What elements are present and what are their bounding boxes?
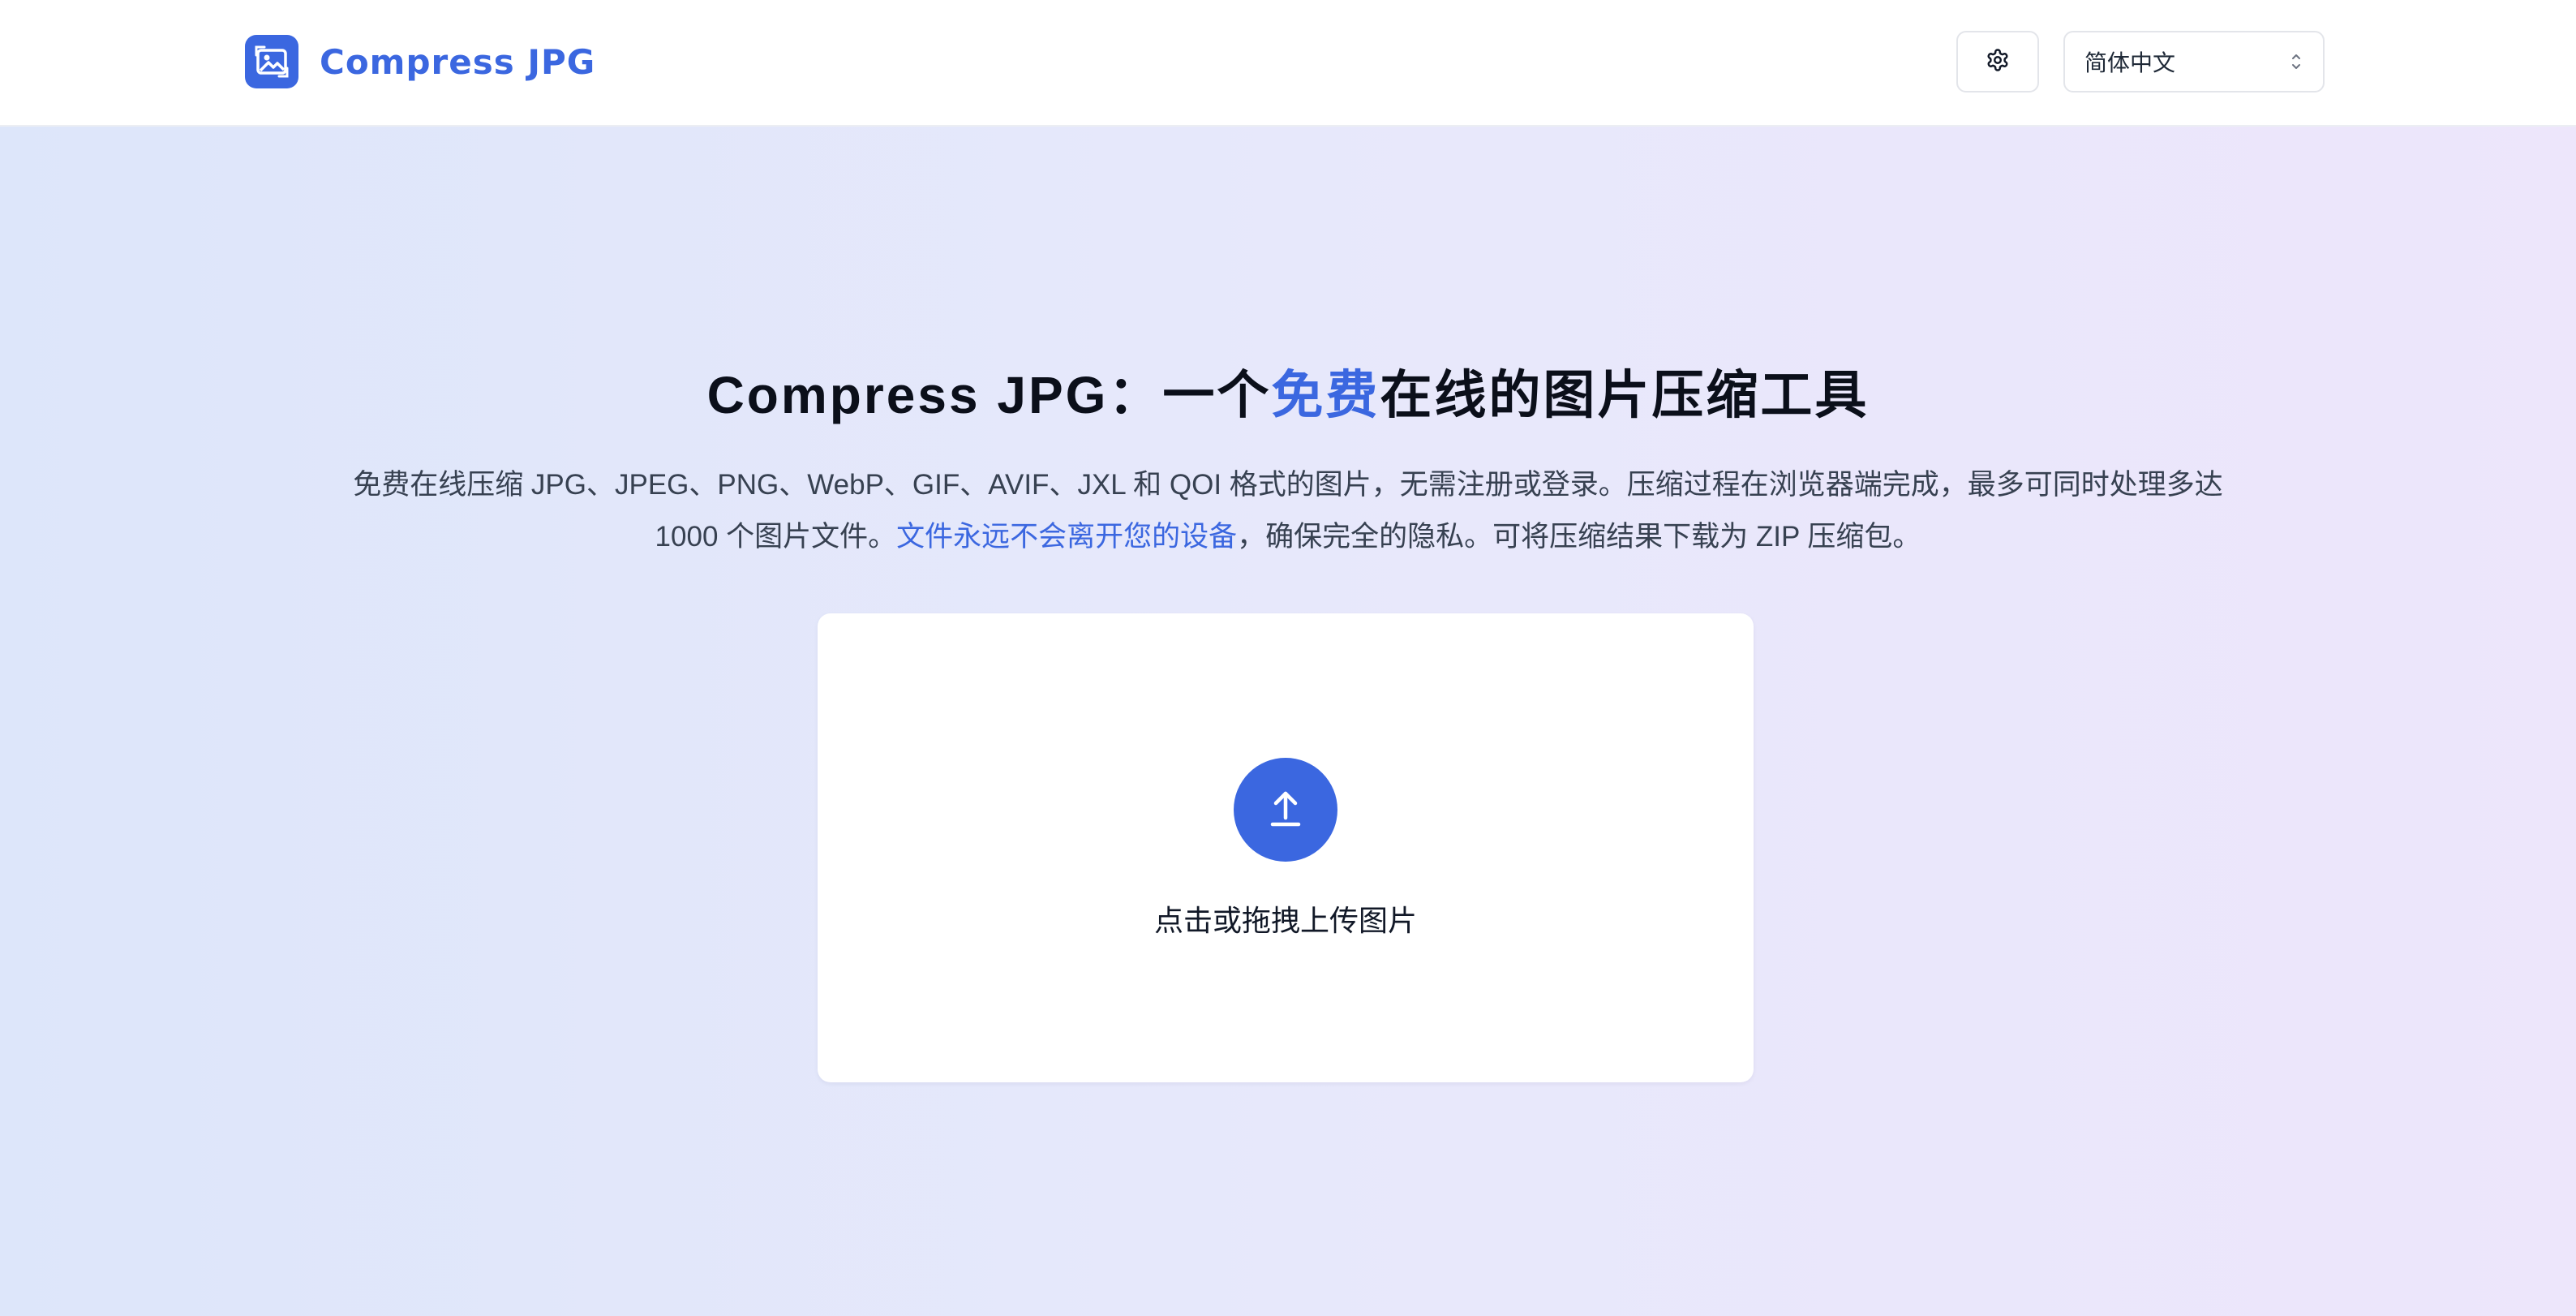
title-prefix: Compress JPG：一个 — [706, 366, 1272, 424]
upload-arrow-icon — [1266, 787, 1305, 833]
upload-dropzone[interactable]: 点击或拖拽上传图片 — [818, 613, 1754, 1082]
top-navbar: Compress JPG 简体中文 — [0, 0, 2576, 127]
page-description: 免费在线压缩 JPG、JPEG、PNG、WebP、GIF、AVIF、JXL 和 … — [341, 459, 2235, 563]
upload-label: 点击或拖拽上传图片 — [1153, 904, 1417, 937]
page-title: Compress JPG：一个免费在线的图片压缩工具 — [0, 354, 2576, 428]
chevron-up-down-icon — [2289, 51, 2303, 72]
photo-logo-icon — [245, 35, 298, 88]
settings-button[interactable] — [1956, 31, 2039, 92]
upload-button[interactable] — [1234, 758, 1337, 862]
language-selected: 简体中文 — [2084, 50, 2176, 75]
gear-icon — [1986, 48, 2010, 76]
title-accent: 免费 — [1271, 366, 1380, 424]
language-select[interactable]: 简体中文 — [2063, 31, 2325, 92]
brand-name: Compress JPG — [320, 41, 596, 82]
brand-link[interactable]: Compress JPG — [245, 34, 595, 89]
description-text-end: ，确保完全的隐私。可将压缩结果下载为 ZIP 压缩包。 — [1237, 521, 1921, 553]
privacy-highlight: 文件永远不会离开您的设备 — [896, 521, 1238, 553]
title-suffix: 在线的图片压缩工具 — [1380, 366, 1870, 424]
